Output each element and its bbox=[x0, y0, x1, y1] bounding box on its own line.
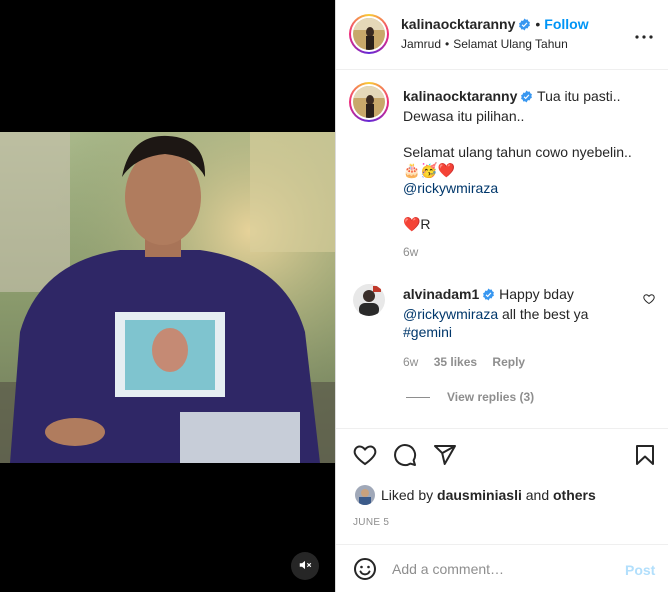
comment-hashtag-link[interactable]: #gemini bbox=[403, 324, 452, 340]
comment-age[interactable]: 6w bbox=[403, 355, 418, 369]
post-comment-button[interactable]: Post bbox=[625, 562, 655, 578]
comment-composer: Post bbox=[336, 544, 668, 592]
comment-meta: 6w 35 likes Reply bbox=[403, 355, 525, 369]
speaker-muted-icon bbox=[298, 558, 312, 575]
heart-icon bbox=[353, 445, 377, 470]
caption-author-username[interactable]: kalinaocktaranny bbox=[403, 88, 517, 104]
verified-badge-icon bbox=[482, 287, 495, 305]
paper-plane-icon bbox=[433, 445, 457, 470]
caption-age[interactable]: 6w bbox=[403, 245, 418, 259]
author-avatar[interactable] bbox=[349, 14, 389, 54]
emoji-picker-button[interactable] bbox=[353, 557, 377, 581]
comment-likes[interactable]: 35 likes bbox=[434, 355, 477, 369]
comment-body: all the best ya bbox=[498, 306, 589, 322]
caption-line: Tua itu pasti.. bbox=[537, 88, 621, 104]
caption-signoff: ❤️R bbox=[403, 216, 431, 232]
follow-button[interactable]: Follow bbox=[544, 16, 588, 32]
commenter-username[interactable]: alvinadam1 bbox=[403, 286, 479, 302]
separator-dot: • bbox=[535, 16, 541, 32]
view-replies-label: View replies (3) bbox=[447, 390, 535, 404]
verified-badge-icon bbox=[518, 18, 531, 34]
comment-body: Happy bday bbox=[499, 286, 574, 302]
verified-badge-icon bbox=[520, 89, 533, 107]
bookmark-icon bbox=[633, 445, 657, 470]
liked-by-and: and bbox=[521, 487, 553, 503]
separator-dot: • bbox=[445, 37, 450, 51]
comment-mention-link[interactable]: @rickywmiraza bbox=[403, 306, 498, 322]
post-header: kalinaocktaranny • Follow Jamrud • Selamat U… bbox=[336, 0, 668, 70]
share-button[interactable] bbox=[433, 443, 457, 467]
comment-like-button[interactable] bbox=[643, 292, 655, 308]
liked-by-summary: Liked by dausminiasli and others bbox=[355, 485, 596, 505]
caption-author-avatar[interactable] bbox=[349, 82, 389, 122]
comment-bubble-icon bbox=[393, 444, 417, 470]
caption-text: kalinaocktaranny Tua itu pasti.. Dewasa … bbox=[403, 87, 661, 233]
post-audio[interactable]: Selamat Ulang Tahun bbox=[453, 37, 568, 51]
comment-input[interactable] bbox=[392, 559, 612, 579]
caption-mention-link[interactable]: @rickywmiraza bbox=[403, 179, 661, 197]
liked-by-prefix: Liked by bbox=[381, 487, 438, 503]
post-photo bbox=[0, 132, 335, 463]
post-actions: Liked by dausminiasli and others JUNE 5 bbox=[336, 428, 668, 544]
more-options-icon bbox=[635, 26, 653, 42]
smiley-icon bbox=[353, 558, 377, 584]
post-location[interactable]: Jamrud bbox=[401, 37, 441, 51]
liker-avatar[interactable] bbox=[355, 485, 375, 505]
heart-icon bbox=[643, 292, 655, 308]
caption-emojis: 🎂🥳❤️ bbox=[403, 162, 456, 178]
caption-line: Dewasa itu pilihan.. bbox=[403, 108, 525, 124]
like-button[interactable] bbox=[353, 443, 377, 467]
author-username[interactable]: kalinaocktaranny bbox=[401, 16, 515, 32]
view-replies-button[interactable]: View replies (3) bbox=[447, 390, 534, 404]
mute-toggle-button[interactable] bbox=[291, 552, 319, 580]
post-side-panel: kalinaocktaranny • Follow Jamrud • Selamat U… bbox=[335, 0, 668, 592]
liked-by-user-link[interactable]: dausminiasli bbox=[437, 487, 522, 503]
comment-reply-button[interactable]: Reply bbox=[492, 355, 525, 369]
comment-text: alvinadam1 Happy bday @rickywmiraza all … bbox=[403, 285, 661, 341]
more-options-button[interactable] bbox=[632, 24, 656, 44]
post-date[interactable]: JUNE 5 bbox=[353, 517, 389, 528]
post-media[interactable] bbox=[0, 0, 335, 592]
comment-button[interactable] bbox=[393, 443, 417, 467]
save-button[interactable] bbox=[633, 443, 657, 467]
commenter-avatar[interactable] bbox=[353, 284, 385, 316]
replies-divider bbox=[406, 397, 430, 398]
caption-line: Selamat ulang tahun cowo nyebelin.. bbox=[403, 144, 632, 160]
liked-by-others-link[interactable]: others bbox=[553, 487, 596, 503]
